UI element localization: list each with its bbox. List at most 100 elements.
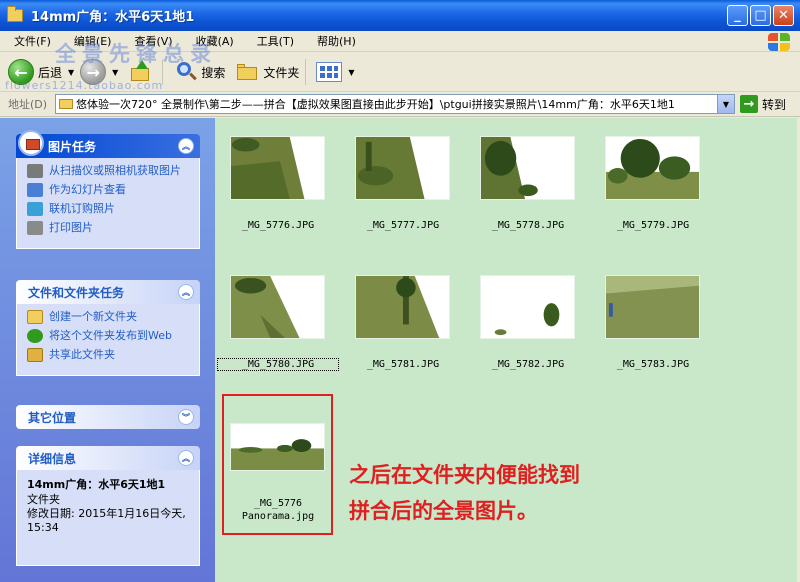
address-label: 地址(D) [8,98,48,111]
go-arrow-icon: → [740,95,758,113]
menu-view[interactable]: 查看(V) [120,33,181,49]
toolbar: ← 后退 ▼ → ▼ 搜索 文件夹 ▼ [0,53,800,92]
highlight-box [222,394,333,535]
panel-title: 文件和文件夹任务 [28,285,125,300]
menu-favorites[interactable]: 收藏(A) [182,33,243,49]
new-folder-icon [27,310,43,324]
file-name[interactable]: _MG_5776.JPG [218,220,338,231]
menu-edit[interactable]: 编辑(E) [60,33,121,49]
task-label: 创建一个新文件夹 [49,310,137,323]
expand-icon[interactable]: ︾ [178,409,194,425]
forward-button[interactable]: → [80,59,107,85]
file-thumbnail[interactable] [230,275,325,339]
file-thumbnail[interactable] [355,275,450,339]
task-print[interactable]: 打印图片 [27,221,191,235]
menu-help[interactable]: 帮助(H) [303,33,365,49]
explorer-window: 14mm广角：水平6天1地1 _ □ ✕ 文件(F) 编辑(E) 查看(V) 收… [0,0,800,582]
folder-icon [7,6,23,22]
picture-tasks-icon [18,130,44,156]
file-thumbnail[interactable] [605,275,700,339]
windows-logo-icon [768,33,792,51]
task-share-folder[interactable]: 共享此文件夹 [27,348,191,362]
go-label: 转到 [762,97,787,112]
file-tasks-panel: 文件和文件夹任务 ︽ 创建一个新文件夹 将这个文件夹发布到Web 共享此文件夹 [16,280,200,376]
task-label: 作为幻灯片查看 [49,183,126,196]
address-input[interactable]: 悠体验一次720° 全景制作\第二步——拼合【虚拟效果图直接由此步开始】\ptg… [55,94,735,114]
task-slideshow[interactable]: 作为幻灯片查看 [27,183,191,197]
chevron-down-icon[interactable]: ▼ [717,95,734,113]
file-thumbnail[interactable] [480,136,575,200]
address-bar: 地址(D) 悠体验一次720° 全景制作\第二步——拼合【虚拟效果图直接由此步开… [0,92,800,117]
chevron-down-icon[interactable]: ▼ [68,68,74,77]
chevron-down-icon[interactable]: ▼ [348,68,354,77]
folder-icon [59,99,73,109]
file-thumbnail[interactable] [355,136,450,200]
task-get-pictures[interactable]: 从扫描仪或照相机获取图片 [27,164,191,178]
task-new-folder[interactable]: 创建一个新文件夹 [27,310,191,324]
file-name[interactable]: _MG_5777.JPG [343,220,463,231]
picture-tasks-body: 从扫描仪或照相机获取图片 作为幻灯片查看 联机订购照片 打印图片 [16,158,200,249]
back-label: 后退 [38,65,63,80]
views-icon[interactable] [316,62,343,82]
annotation-line-1: 之后在文件夹内便能找到 [349,463,580,487]
share-folder-icon [27,348,43,362]
file-tasks-body: 创建一个新文件夹 将这个文件夹发布到Web 共享此文件夹 [16,304,200,376]
details-header[interactable]: 详细信息 ︽ [16,446,200,470]
folders-icon[interactable] [237,63,259,81]
file-thumbnail[interactable] [605,136,700,200]
collapse-icon[interactable]: ︽ [178,284,194,300]
search-button[interactable]: 搜索 [201,64,225,81]
toolbar-separator [162,59,164,85]
other-places-header[interactable]: 其它位置 ︾ [16,405,200,429]
task-pane: 图片任务 ︽ 从扫描仪或照相机获取图片 作为幻灯片查看 联机订购照片 打印图片 … [0,118,215,582]
menu-file[interactable]: 文件(F) [0,33,60,49]
file-tasks-header[interactable]: 文件和文件夹任务 ︽ [16,280,200,304]
window-controls: _ □ ✕ [727,5,794,26]
menu-tools[interactable]: 工具(T) [243,33,303,49]
up-folder-icon[interactable] [128,60,152,84]
publish-web-icon [27,329,43,343]
back-arrow-icon: ← [8,59,34,85]
panel-title: 其它位置 [28,410,77,425]
file-name[interactable]: _MG_5781.JPG [343,359,463,370]
menu-bar: 文件(F) 编辑(E) 查看(V) 收藏(A) 工具(T) 帮助(H) [0,31,800,52]
maximize-button[interactable]: □ [750,5,771,26]
file-name[interactable]: _MG_5782.JPG [468,359,588,370]
panel-title: 详细信息 [28,451,77,466]
details-panel: 详细信息 ︽ 14mm广角：水平6天1地1 文件夹 修改日期: 2015年1月1… [16,446,200,566]
window-title: 14mm广角：水平6天1地1 [31,10,195,25]
search-icon[interactable] [175,61,198,83]
details-body: 14mm广角：水平6天1地1 文件夹 修改日期: 2015年1月16日今天, 1… [16,470,200,566]
task-label: 打印图片 [49,221,93,234]
details-name: 14mm广角：水平6天1地1 [27,478,166,491]
picture-tasks-header[interactable]: 图片任务 ︽ [16,130,200,158]
task-label: 将这个文件夹发布到Web [49,329,172,342]
annotation-line-2: 拼合后的全景图片。 [349,499,538,523]
folders-button[interactable]: 文件夹 [263,64,299,81]
address-value: 悠体验一次720° 全景制作\第二步——拼合【虚拟效果图直接由此步开始】\ptg… [76,98,675,111]
annotation-text: 之后在文件夹内便能找到 拼合后的全景图片。 [349,457,580,529]
chevron-down-icon[interactable]: ▼ [112,68,118,77]
task-publish-web[interactable]: 将这个文件夹发布到Web [27,329,191,343]
task-label: 共享此文件夹 [49,348,115,361]
collapse-icon[interactable]: ︽ [178,450,194,466]
printer-icon [27,221,43,235]
task-label: 从扫描仪或照相机获取图片 [49,164,181,177]
details-modified: 修改日期: 2015年1月16日今天, 15:34 [27,507,186,534]
task-order-prints[interactable]: 联机订购照片 [27,202,191,216]
file-name[interactable]: _MG_5780.JPG [217,358,339,371]
title-bar[interactable]: 14mm广角：水平6天1地1 _ □ ✕ [0,0,800,31]
slideshow-icon [27,183,43,197]
file-thumbnail[interactable] [230,136,325,200]
file-thumbnail[interactable] [480,275,575,339]
collapse-icon[interactable]: ︽ [178,138,194,154]
close-button[interactable]: ✕ [773,5,794,26]
order-prints-icon [27,202,43,216]
file-name[interactable]: _MG_5783.JPG [593,359,713,370]
back-button[interactable]: ← 后退 ▼ [8,59,80,85]
file-name[interactable]: _MG_5778.JPG [468,220,588,231]
go-button[interactable]: → 转到 [740,95,786,113]
minimize-button[interactable]: _ [727,5,748,26]
file-name[interactable]: _MG_5779.JPG [593,220,713,231]
toolbar-separator [305,59,307,85]
